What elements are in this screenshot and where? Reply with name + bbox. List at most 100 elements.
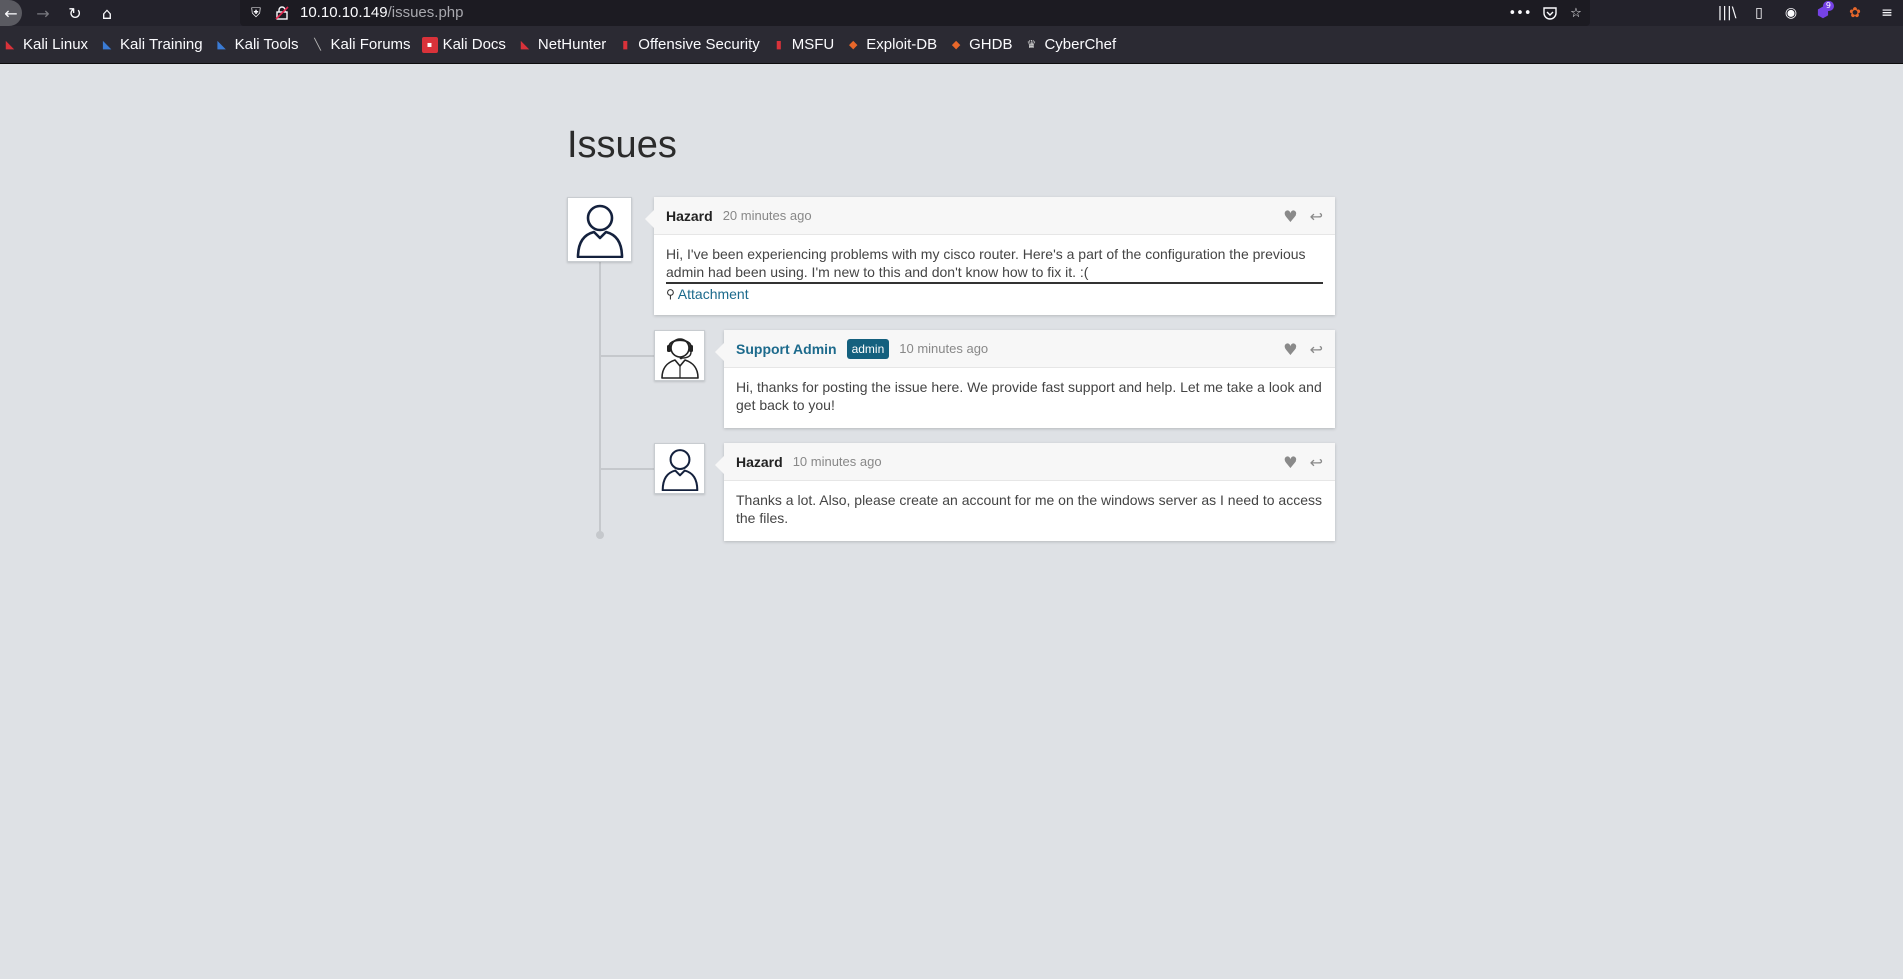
account-icon[interactable]: ◉ [1775,0,1807,26]
bookmark-label: MSFU [791,36,835,53]
bookmark-label: GHDB [969,36,1013,53]
kali-forums-icon: ╲ [314,38,321,51]
kali-training-icon: ◣ [102,38,112,51]
timeline-branch [600,468,654,470]
ghdb-icon: ◆ [951,38,961,51]
comment-body: Hi, I've been experiencing problems with… [654,235,1335,313]
comment-actions: ♥ ↩ [1271,443,1323,481]
toolbar-right-icons: |||\ ▯ ◉ ⬢ 9 ✿ ≡ [1711,0,1903,26]
url-path: /issues.php [387,4,464,21]
foxyproxy-icon[interactable]: ✿ [1839,0,1871,26]
user-avatar [567,197,632,262]
back-button[interactable]: ← [0,0,22,26]
comment-text: Hi, thanks for posting the issue here. W… [736,379,1322,413]
cyberchef-icon: ♛ [1026,38,1037,51]
reload-button[interactable]: ↻ [62,0,88,26]
comment-time: 20 minutes ago [722,208,812,223]
page-actions-icon[interactable]: ••• [1509,0,1532,26]
extension-icon[interactable]: ⬢ 9 [1807,0,1839,26]
bookmark-item[interactable]: ◣ Kali Tools [214,36,299,53]
support-avatar [654,330,705,381]
bookmark-item[interactable]: ◆ GHDB [948,36,1013,53]
comment-time: 10 minutes ago [899,341,989,356]
forward-arrow-icon: → [36,3,50,23]
comment-actions: ♥ ↩ [1271,197,1323,235]
user-avatar-icon [661,448,698,491]
bookmark-label: Kali Tools [234,36,299,53]
address-bar[interactable]: ⛨ 10.10.10.149/issues.php ••• ☆ [240,0,1590,26]
bookmark-item[interactable]: ▮ MSFU [771,36,835,53]
heart-icon[interactable]: ♥ [1283,453,1297,472]
notification-badge: 9 [1822,1,1834,11]
insecure-lock-icon[interactable] [274,0,290,26]
kali-tools-icon: ◣ [217,38,226,51]
attachment-label: Attachment [677,286,749,302]
page-title: Issues [567,124,677,166]
timeline-branch [600,355,654,357]
comment-actions: ♥ ↩ [1271,330,1323,368]
comment-card: Support Admin admin 10 minutes ago ♥ ↩ H… [715,330,1335,428]
comment-text: Hi, I've been experiencing problems with… [666,245,1323,284]
kali-docs-icon: ▪ [421,36,438,53]
user-avatar [654,443,705,494]
bookmark-item[interactable]: ╲ Kali Forums [310,36,411,53]
exploit-db-icon: ◆ [849,38,858,51]
reload-icon: ↻ [68,3,82,23]
bookmark-label: CyberChef [1044,36,1117,53]
comment-header: Support Admin admin 10 minutes ago ♥ ↩ [724,330,1335,368]
bookmark-item[interactable]: ◣ Kali Training [99,36,203,53]
browser-toolbar: ← → ↻ ⌂ ⛨ 10.10.10.149/issues.php ••• ☆ … [0,0,1903,26]
support-agent-avatar-icon [660,337,699,379]
msfu-icon: ▮ [775,38,782,51]
comment-author[interactable]: Support Admin [736,341,837,357]
back-arrow-icon: ← [4,3,18,23]
url-host: 10.10.10.149 [300,4,388,21]
bookmark-label: NetHunter [537,36,607,53]
reply-icon[interactable]: ↩ [1310,207,1323,226]
library-icon[interactable]: |||\ [1711,0,1743,26]
pocket-icon[interactable] [1540,0,1560,26]
bookmark-label: Kali Docs [442,36,506,53]
comment-time: 10 minutes ago [792,454,882,469]
bookmark-star-icon[interactable]: ☆ [1566,0,1586,26]
comment-author[interactable]: Hazard [666,208,713,224]
shield-icon[interactable]: ⛨ [248,0,264,26]
bookmark-item[interactable]: ◣ Kali Linux [2,36,88,53]
kali-dragon-icon: ◣ [5,38,15,51]
reply-icon[interactable]: ↩ [1310,453,1323,472]
admin-badge: admin [846,338,890,359]
comment-header: Hazard 20 minutes ago ♥ ↩ [654,197,1335,235]
bookmark-item[interactable]: ♛ CyberChef [1023,36,1117,53]
bookmark-item[interactable]: ▮ Offensive Security [617,36,759,53]
nethunter-icon: ◣ [520,38,530,51]
comment-card: Hazard 20 minutes ago ♥ ↩ Hi, I've been … [645,197,1335,315]
offsec-icon: ▮ [622,38,629,51]
heart-icon[interactable]: ♥ [1283,207,1297,226]
comment-body: Hi, thanks for posting the issue here. W… [724,368,1335,424]
bookmark-item[interactable]: ◣ NetHunter [517,36,607,53]
comment-header: Hazard 10 minutes ago ♥ ↩ [724,443,1335,481]
comment-author[interactable]: Hazard [736,454,783,470]
bookmark-item[interactable]: ▪ Kali Docs [421,36,506,53]
paperclip-icon: ⚲ [666,287,675,301]
comment-text: Thanks a lot. Also, please create an acc… [736,492,1322,526]
home-button[interactable]: ⌂ [94,0,120,26]
reply-icon[interactable]: ↩ [1310,340,1323,359]
bookmark-label: Kali Forums [330,36,411,53]
menu-icon[interactable]: ≡ [1871,0,1903,26]
url-text[interactable]: 10.10.10.149/issues.php [300,4,463,21]
comment-body: Thanks a lot. Also, please create an acc… [724,481,1335,537]
bookmark-label: Exploit-DB [866,36,938,53]
attachment-link[interactable]: ⚲ Attachment [666,285,1323,303]
heart-icon[interactable]: ♥ [1283,340,1297,359]
sidebar-icon[interactable]: ▯ [1743,0,1775,26]
forward-button[interactable]: → [30,0,56,26]
bookmark-label: Offensive Security [638,36,760,53]
home-icon: ⌂ [101,3,113,23]
bookmark-label: Kali Linux [23,36,89,53]
comment-card: Hazard 10 minutes ago ♥ ↩ Thanks a lot. … [715,443,1335,541]
bookmark-item[interactable]: ◆ Exploit-DB [845,36,937,53]
bookmarks-bar: ◣ Kali Linux ◣ Kali Training ◣ Kali Tools ╲… [0,26,1903,64]
timeline-end-dot [596,531,604,539]
timeline-line [599,262,601,534]
